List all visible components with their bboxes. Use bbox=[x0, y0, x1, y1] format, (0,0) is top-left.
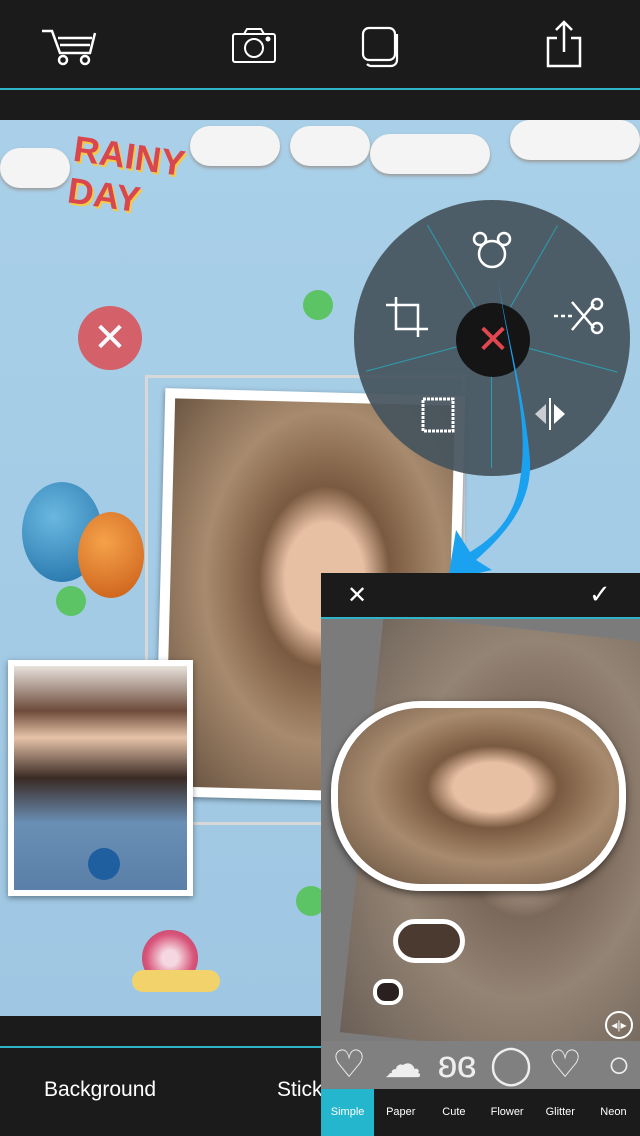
cloud-shape-icon[interactable]: ☁ bbox=[381, 1044, 425, 1086]
layers-icon[interactable] bbox=[361, 26, 403, 68]
resize-handle[interactable] bbox=[303, 290, 333, 320]
camera-icon[interactable] bbox=[231, 26, 277, 64]
cloud-mask-photo[interactable] bbox=[331, 701, 626, 891]
tab-background[interactable]: Background bbox=[44, 1078, 156, 1102]
scissors-icon[interactable] bbox=[552, 296, 606, 336]
delete-button[interactable]: ✕ bbox=[78, 306, 142, 370]
top-toolbar bbox=[0, 0, 640, 88]
shape-strip[interactable]: ♡ ☁ ʚɞ ◯ ♡ ○ bbox=[321, 1041, 640, 1089]
cloud-sticker[interactable] bbox=[370, 134, 490, 174]
thought-bubble bbox=[393, 919, 465, 963]
resize-handle[interactable] bbox=[56, 586, 86, 616]
toolbar-divider bbox=[0, 88, 640, 90]
butterfly-shape-icon[interactable]: ʚɞ bbox=[435, 1044, 479, 1086]
cancel-icon[interactable]: ✕ bbox=[347, 581, 367, 610]
tab-glitter[interactable]: Glitter bbox=[534, 1089, 587, 1136]
shape-category-tabs: Simple Paper Cute Flower Glitter Neon bbox=[321, 1089, 640, 1136]
balloon-sticker[interactable] bbox=[78, 512, 144, 598]
thought-bubble bbox=[373, 979, 403, 1005]
shape-preview[interactable]: ◂|▸ bbox=[321, 619, 640, 1043]
bomb-shape-icon[interactable]: ○ bbox=[597, 1044, 640, 1086]
flip-icon[interactable]: ◂|▸ bbox=[605, 1011, 633, 1039]
cloud-sticker[interactable] bbox=[510, 120, 640, 160]
tab-cute[interactable]: Cute bbox=[427, 1089, 480, 1136]
confirm-icon[interactable]: ✓ bbox=[589, 579, 611, 610]
tab-neon[interactable]: Neon bbox=[587, 1089, 640, 1136]
mouse-shape-icon[interactable]: ◯ bbox=[489, 1044, 533, 1086]
tab-simple[interactable]: Simple bbox=[321, 1089, 375, 1136]
arrow-icon bbox=[448, 280, 531, 580]
shape-editor-panel: ✕ ✓ ◂|▸ ♡ ☁ ʚɞ ◯ ♡ ○ Simple Paper Cute F… bbox=[321, 573, 640, 1136]
rotate-handle[interactable] bbox=[88, 848, 120, 880]
mouse-shape-icon[interactable] bbox=[472, 230, 512, 270]
share-icon[interactable] bbox=[545, 20, 583, 68]
cart-icon[interactable] bbox=[40, 24, 98, 66]
tab-paper[interactable]: Paper bbox=[374, 1089, 427, 1136]
snail-sticker[interactable] bbox=[132, 910, 222, 1000]
panel-header: ✕ ✓ bbox=[321, 573, 640, 617]
cloud-sticker[interactable] bbox=[290, 126, 370, 166]
heart-shape-icon[interactable]: ♡ bbox=[327, 1044, 371, 1086]
tab-flower[interactable]: Flower bbox=[481, 1089, 534, 1136]
cloud-sticker[interactable] bbox=[0, 148, 70, 188]
heart-tilted-shape-icon[interactable]: ♡ bbox=[543, 1044, 587, 1086]
